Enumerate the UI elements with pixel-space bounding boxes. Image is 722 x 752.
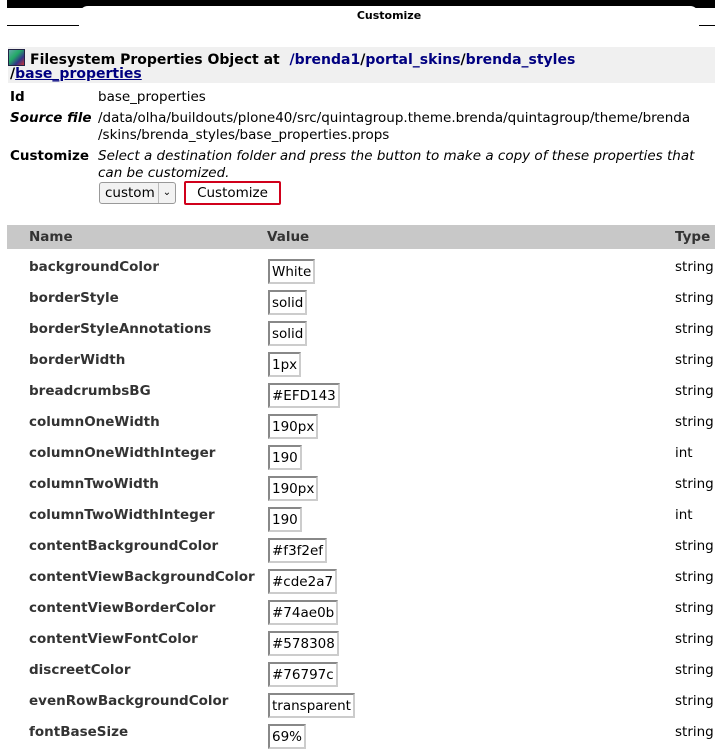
- table-row: fontBaseSize 69% string: [7, 721, 715, 752]
- breadcrumb-portal-skins[interactable]: portal_skins: [365, 52, 460, 68]
- property-name: evenRowBackgroundColor: [29, 693, 229, 709]
- destination-folder-select[interactable]: custom ⌄: [99, 182, 176, 204]
- table-header: Name Value Type: [7, 225, 715, 249]
- property-type: string: [675, 383, 714, 399]
- property-name: breadcrumbsBG: [29, 383, 151, 399]
- property-value-field[interactable]: 69%: [268, 724, 307, 749]
- source-file-path: /data/olha/buildouts/plone40/src/quintag…: [98, 110, 691, 126]
- property-type: int: [675, 507, 693, 523]
- tab-bar-divider: [699, 25, 715, 26]
- property-value-field[interactable]: #cde2a7: [268, 569, 338, 594]
- property-type: string: [675, 538, 714, 554]
- tab-bar-divider: [7, 25, 79, 26]
- destination-folder-value: custom: [105, 185, 155, 201]
- property-value-field[interactable]: solid: [268, 290, 308, 315]
- customize-instructions: Select a destination folder and press th…: [98, 148, 695, 164]
- column-header-value: Value: [267, 229, 310, 245]
- property-value-field[interactable]: 190: [268, 507, 302, 532]
- table-row: borderStyle solid string: [7, 287, 715, 318]
- property-type: string: [675, 352, 714, 368]
- property-type: string: [675, 569, 714, 585]
- property-value-field[interactable]: #EFD143: [268, 383, 340, 408]
- customize-button[interactable]: Customize: [184, 181, 281, 205]
- property-value-field[interactable]: transparent: [268, 693, 355, 718]
- property-name: columnTwoWidth: [29, 476, 159, 492]
- property-name: columnOneWidth: [29, 414, 160, 430]
- tab-bar: Customize: [0, 0, 722, 32]
- table-row: backgroundColor White string: [7, 256, 715, 287]
- property-value-field[interactable]: 190: [268, 445, 302, 470]
- tab-customize[interactable]: Customize: [79, 6, 699, 27]
- breadcrumb-brenda-styles[interactable]: brenda_styles: [466, 52, 576, 68]
- property-name: borderWidth: [29, 352, 126, 368]
- property-name: contentBackgroundColor: [29, 538, 219, 554]
- table-row: contentViewBackgroundColor #cde2a7 string: [7, 566, 715, 597]
- source-file-label: Source file: [10, 110, 92, 126]
- property-type: string: [675, 693, 714, 709]
- customize-instructions-continued: can be customized.: [98, 165, 230, 181]
- property-value-field[interactable]: 190px: [268, 414, 319, 439]
- table-row: evenRowBackgroundColor transparent string: [7, 690, 715, 721]
- table-row: columnOneWidth 190px string: [7, 411, 715, 442]
- property-type: string: [675, 259, 714, 275]
- table-row: contentViewFontColor #578308 string: [7, 628, 715, 659]
- property-type: string: [675, 414, 714, 430]
- table-row: columnTwoWidthInteger 190 int: [7, 504, 715, 535]
- table-row: discreetColor #76797c string: [7, 659, 715, 690]
- property-value-field[interactable]: #74ae0b: [268, 600, 339, 625]
- property-value-field[interactable]: solid: [268, 321, 308, 346]
- property-type: int: [675, 445, 693, 461]
- column-header-name: Name: [29, 229, 73, 245]
- property-value-field[interactable]: #578308: [268, 631, 339, 656]
- property-type: string: [675, 290, 714, 306]
- id-label: Id: [10, 89, 25, 105]
- property-name: borderStyle: [29, 290, 119, 306]
- filesystem-properties-icon: [8, 49, 25, 66]
- property-name: contentViewBackgroundColor: [29, 569, 255, 585]
- property-value-field[interactable]: White: [268, 259, 316, 284]
- breadcrumb-base-properties[interactable]: base_properties: [15, 66, 142, 82]
- customize-label: Customize: [10, 148, 89, 164]
- property-type: string: [675, 600, 714, 616]
- table-row: columnTwoWidth 190px string: [7, 473, 715, 504]
- property-type: string: [675, 724, 714, 740]
- property-name: contentViewFontColor: [29, 631, 198, 647]
- page-title: Filesystem Properties Object at /brenda1…: [8, 47, 715, 83]
- source-file-path-continued: /skins/brenda_styles/base_properties.pro…: [98, 127, 390, 143]
- table-row: breadcrumbsBG #EFD143 string: [7, 380, 715, 411]
- property-value-field[interactable]: 190px: [268, 476, 319, 501]
- property-name: borderStyleAnnotations: [29, 321, 212, 337]
- property-value-field[interactable]: #76797c: [268, 662, 338, 687]
- column-header-type: Type: [675, 229, 711, 245]
- table-row: borderStyleAnnotations solid string: [7, 318, 715, 349]
- property-name: contentViewBorderColor: [29, 600, 216, 616]
- property-type: string: [675, 321, 714, 337]
- property-name: fontBaseSize: [29, 724, 129, 740]
- table-row: borderWidth 1px string: [7, 349, 715, 380]
- table-row: contentViewBorderColor #74ae0b string: [7, 597, 715, 628]
- property-type: string: [675, 662, 714, 678]
- table-row: columnOneWidthInteger 190 int: [7, 442, 715, 473]
- property-name: backgroundColor: [29, 259, 159, 275]
- table-row: contentBackgroundColor #f3f2ef string: [7, 535, 715, 566]
- property-name: columnOneWidthInteger: [29, 445, 216, 461]
- property-value-field[interactable]: 1px: [268, 352, 302, 377]
- property-name: columnTwoWidthInteger: [29, 507, 215, 523]
- breadcrumb-brenda1[interactable]: /brenda1: [289, 52, 360, 68]
- chevron-down-icon: ⌄: [158, 183, 175, 203]
- property-value-field[interactable]: #f3f2ef: [268, 538, 328, 563]
- property-name: discreetColor: [29, 662, 131, 678]
- property-type: string: [675, 476, 714, 492]
- property-type: string: [675, 631, 714, 647]
- id-value: base_properties: [98, 89, 206, 105]
